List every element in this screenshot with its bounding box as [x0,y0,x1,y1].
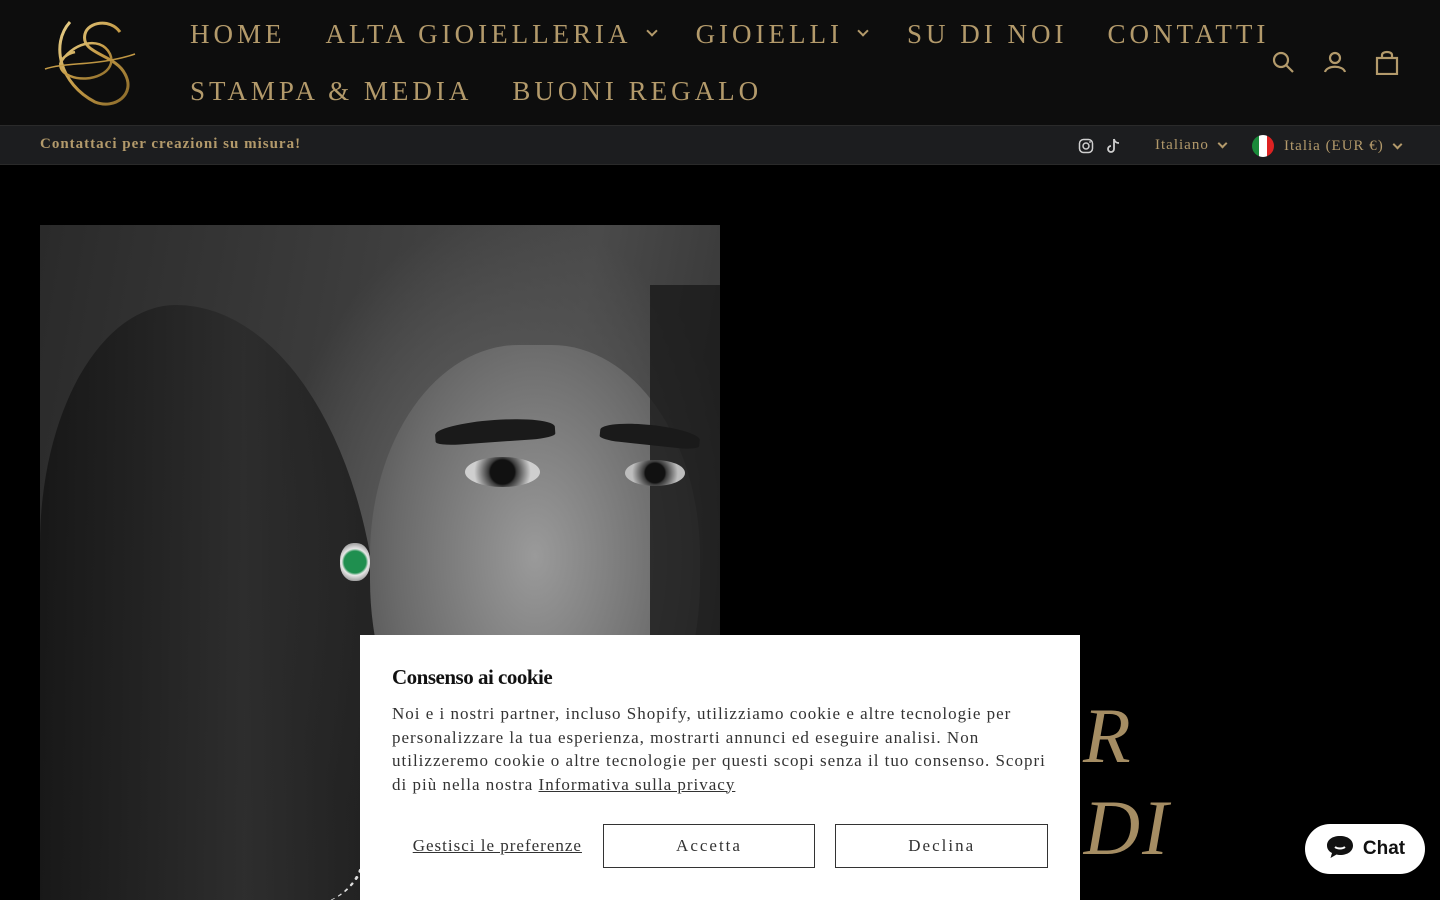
chevron-down-icon [857,25,869,37]
nav-item-buoni-regalo[interactable]: BUONI REGALO [512,76,762,107]
account-icon[interactable] [1322,48,1348,76]
tiktok-icon[interactable] [1104,137,1121,154]
cookie-title: Consenso ai cookie [392,665,553,689]
manage-preferences-link[interactable]: Gestisci le preferenze [392,836,603,856]
hero-image-detail [625,460,685,486]
currency-selector[interactable]: Italia (EUR €) [1252,135,1403,157]
cookie-consent-dialog: Consenso ai cookie Noi e i nostri partne… [360,635,1080,900]
cookie-actions: Gestisci le preferenze Accetta Declina [392,824,1049,868]
announcement-bar: Contattaci per creazioni su misura! Ital… [0,125,1440,165]
decline-button[interactable]: Declina [835,824,1049,868]
cart-icon[interactable] [1374,48,1400,76]
cookie-body: Noi e i nostri partner, incluso Shopify,… [392,704,1046,794]
chevron-down-icon [1392,139,1403,149]
nav-row-2: STAMPA & MEDIA BUONI REGALO [190,71,1230,111]
chat-button[interactable]: Chat [1305,824,1425,874]
chat-bubble-icon [1325,834,1355,864]
italy-flag-icon [1252,135,1274,157]
nav-item-gioielli[interactable]: GIOIELLI [696,19,869,50]
main-nav: HOME ALTA GIOIELLERIA GIOIELLI SU DI NOI… [190,14,1265,128]
emerald-earring [340,543,370,581]
chevron-down-icon [645,25,658,37]
header-icons [1270,48,1400,76]
nav-row-1: HOME ALTA GIOIELLERIA GIOIELLI SU DI NOI… [190,14,1265,54]
nav-item-stampa-media[interactable]: STAMPA & MEDIA [190,76,472,107]
privacy-policy-link[interactable]: Informativa sulla privacy [539,775,736,794]
nav-item-alta-gioielleria[interactable]: ALTA GIOIELLERIA [326,19,658,50]
chevron-down-icon [1217,138,1228,149]
brand-logo[interactable] [40,14,140,110]
site-header: HOME ALTA GIOIELLERIA GIOIELLI SU DI NOI… [0,0,1440,125]
nav-item-su-di-noi[interactable]: SU DI NOI [907,19,1068,50]
language-selector[interactable]: Italiano [1155,137,1228,154]
hero-image-detail [465,457,540,487]
nav-item-contatti[interactable]: CONTATTI [1108,19,1270,50]
announcement-text[interactable]: Contattaci per creazioni su misura! [40,136,301,153]
instagram-icon[interactable] [1077,137,1094,154]
search-icon[interactable] [1270,48,1296,76]
social-links [1077,137,1121,154]
accept-button[interactable]: Accetta [602,824,816,868]
nav-item-home[interactable]: HOME [190,19,286,50]
